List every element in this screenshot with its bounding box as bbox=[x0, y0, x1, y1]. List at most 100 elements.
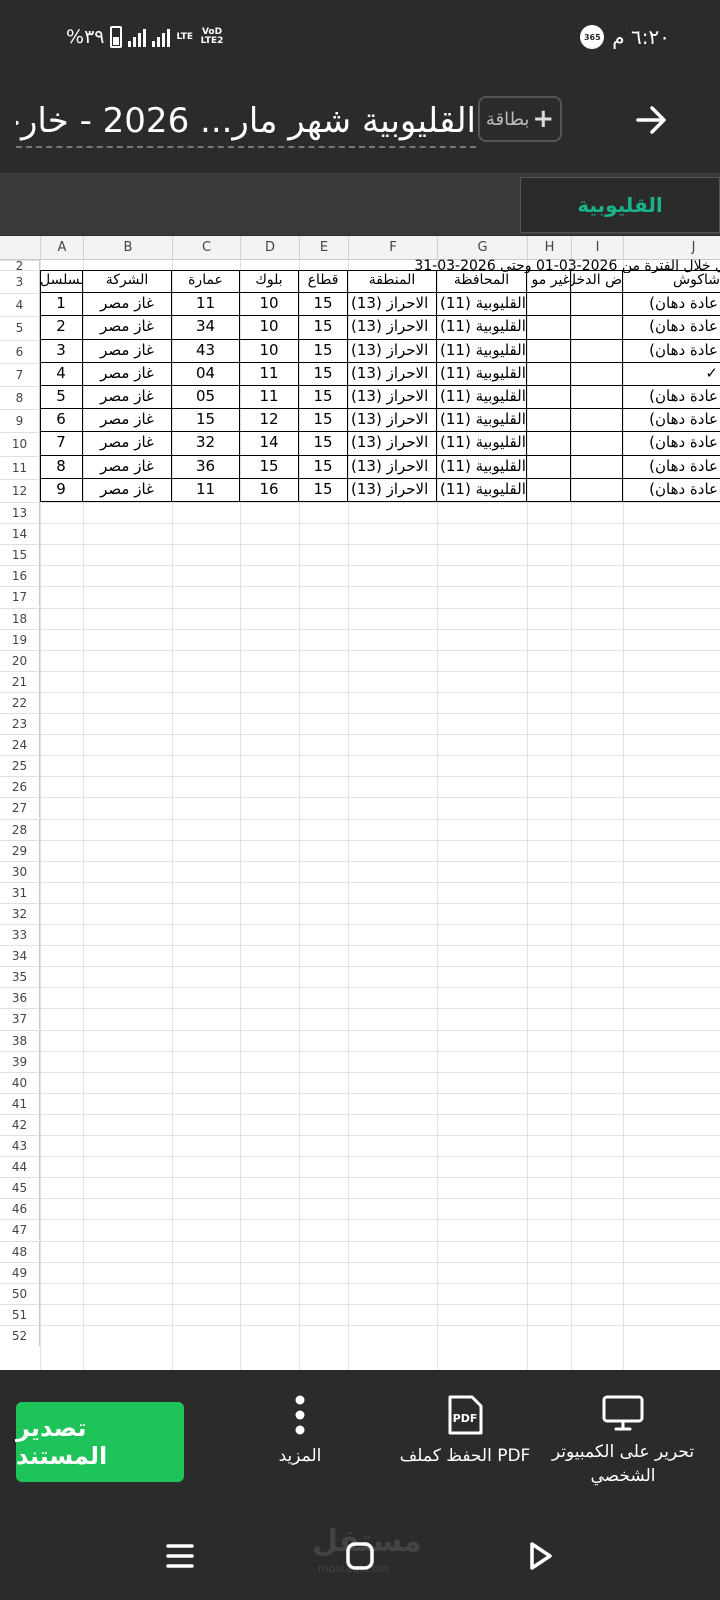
header-cell-b[interactable]: الشركة bbox=[83, 270, 172, 294]
row-header-51[interactable]: 51 bbox=[0, 1303, 40, 1325]
row-header-32[interactable]: 32 bbox=[0, 902, 40, 924]
table-cell-e[interactable]: 15 bbox=[299, 362, 348, 386]
table-cell-a[interactable]: 5 bbox=[40, 386, 83, 410]
table-cell-b[interactable]: غاز مصر bbox=[83, 316, 172, 340]
table-cell-c[interactable]: 32 bbox=[172, 432, 240, 456]
row-header-7[interactable]: 7 bbox=[0, 362, 40, 386]
table-cell-i[interactable] bbox=[571, 478, 623, 502]
more-button[interactable]: المزيد bbox=[262, 1394, 338, 1468]
table-cell-e[interactable]: 15 bbox=[299, 432, 348, 456]
header-cell-f[interactable]: المنطقة bbox=[348, 270, 437, 294]
row-header-36[interactable]: 36 bbox=[0, 987, 40, 1009]
table-cell-d[interactable]: 10 bbox=[240, 293, 299, 317]
add-tag-button[interactable]: + بطاقة bbox=[478, 96, 562, 142]
row-header-19[interactable]: 19 bbox=[0, 628, 40, 650]
table-cell-g[interactable]: القليوبية (11) bbox=[437, 455, 527, 479]
table-cell-g[interactable]: القليوبية (11) bbox=[437, 293, 527, 317]
table-cell-g[interactable]: القليوبية (11) bbox=[437, 362, 527, 386]
table-cell-d[interactable]: 11 bbox=[240, 386, 299, 410]
table-cell-f[interactable]: الاحراز (13) bbox=[348, 432, 437, 456]
table-cell-i[interactable] bbox=[571, 293, 623, 317]
column-header-g[interactable]: G bbox=[437, 236, 527, 260]
table-cell-e[interactable]: 15 bbox=[299, 316, 348, 340]
sheet-tab-qalyubia[interactable]: القليوبية bbox=[520, 177, 720, 233]
table-cell-c[interactable]: 34 bbox=[172, 316, 240, 340]
table-cell-c[interactable]: 11 bbox=[172, 293, 240, 317]
row-header-14[interactable]: 14 bbox=[0, 523, 40, 545]
row-header-15[interactable]: 15 bbox=[0, 544, 40, 566]
table-cell-j[interactable]: عادة دهان) bbox=[623, 386, 720, 410]
header-cell-i[interactable]: ض الدخل bbox=[571, 270, 623, 294]
home-icon[interactable] bbox=[340, 1536, 380, 1576]
row-header-31[interactable]: 31 bbox=[0, 881, 40, 903]
table-cell-a[interactable]: 3 bbox=[40, 339, 83, 363]
table-cell-i[interactable] bbox=[571, 386, 623, 410]
table-cell-j[interactable]: ✓ bbox=[623, 363, 720, 386]
column-header-i[interactable]: I bbox=[571, 236, 623, 260]
back-icon[interactable] bbox=[520, 1536, 560, 1576]
table-cell-a[interactable]: 6 bbox=[40, 409, 83, 433]
row-header-4[interactable]: 4 bbox=[0, 293, 40, 317]
table-cell-f[interactable]: الاحراز (13) bbox=[348, 293, 437, 317]
table-cell-h[interactable] bbox=[527, 339, 571, 363]
table-cell-b[interactable]: غاز مصر bbox=[83, 362, 172, 386]
table-cell-i[interactable] bbox=[571, 409, 623, 433]
table-cell-h[interactable] bbox=[527, 409, 571, 433]
table-cell-e[interactable]: 15 bbox=[299, 339, 348, 363]
row-header-37[interactable]: 37 bbox=[0, 1008, 40, 1030]
table-cell-f[interactable]: الاحراز (13) bbox=[348, 316, 437, 340]
table-cell-d[interactable]: 12 bbox=[240, 409, 299, 433]
table-cell-f[interactable]: الاحراز (13) bbox=[348, 362, 437, 386]
row-header-47[interactable]: 47 bbox=[0, 1219, 40, 1241]
row-header-38[interactable]: 38 bbox=[0, 1029, 40, 1051]
row-header-24[interactable]: 24 bbox=[0, 734, 40, 756]
column-header-e[interactable]: E bbox=[299, 236, 348, 260]
column-header-h[interactable]: H bbox=[527, 236, 571, 260]
table-cell-j[interactable]: عادة دهان) bbox=[623, 340, 720, 363]
row-header-3[interactable]: 3 bbox=[0, 270, 40, 294]
table-cell-j[interactable]: عادة دهان) bbox=[623, 409, 720, 433]
edit-on-pc-button[interactable]: تحرير على الكمبيوتر الشخصي bbox=[548, 1394, 698, 1488]
table-cell-j[interactable]: عادة دهان) bbox=[623, 479, 720, 502]
table-cell-e[interactable]: 15 bbox=[299, 386, 348, 410]
table-cell-d[interactable]: 16 bbox=[240, 478, 299, 502]
row-header-22[interactable]: 22 bbox=[0, 691, 40, 713]
table-cell-g[interactable]: القليوبية (11) bbox=[437, 339, 527, 363]
row-header-42[interactable]: 42 bbox=[0, 1113, 40, 1135]
header-cell-j[interactable]: شاكوش bbox=[623, 270, 720, 294]
table-cell-d[interactable]: 10 bbox=[240, 316, 299, 340]
table-cell-f[interactable]: الاحراز (13) bbox=[348, 386, 437, 410]
table-cell-h[interactable] bbox=[527, 432, 571, 456]
column-header-a[interactable]: A bbox=[40, 236, 83, 260]
table-cell-j[interactable]: عادة دهان) bbox=[623, 293, 720, 317]
table-cell-f[interactable]: الاحراز (13) bbox=[348, 478, 437, 502]
header-cell-d[interactable]: بلوك bbox=[240, 270, 299, 294]
table-cell-j[interactable]: عادة دهان) bbox=[623, 316, 720, 340]
table-cell-h[interactable] bbox=[527, 293, 571, 317]
column-header-b[interactable]: B bbox=[83, 236, 172, 260]
row-header-17[interactable]: 17 bbox=[0, 586, 40, 608]
table-cell-a[interactable]: 7 bbox=[40, 432, 83, 456]
table-cell-i[interactable] bbox=[571, 316, 623, 340]
table-cell-c[interactable]: 04 bbox=[172, 362, 240, 386]
row-header-8[interactable]: 8 bbox=[0, 386, 40, 410]
table-cell-g[interactable]: القليوبية (11) bbox=[437, 386, 527, 410]
table-cell-g[interactable]: القليوبية (11) bbox=[437, 478, 527, 502]
row-header-5[interactable]: 5 bbox=[0, 316, 40, 340]
table-cell-h[interactable] bbox=[527, 478, 571, 502]
row-header-12[interactable]: 12 bbox=[0, 478, 40, 502]
table-cell-b[interactable]: غاز مصر bbox=[83, 478, 172, 502]
row-header-25[interactable]: 25 bbox=[0, 755, 40, 777]
row-header-10[interactable]: 10 bbox=[0, 432, 40, 456]
column-header-f[interactable]: F bbox=[348, 236, 437, 260]
table-cell-b[interactable]: غاز مصر bbox=[83, 339, 172, 363]
row-header-44[interactable]: 44 bbox=[0, 1156, 40, 1178]
table-cell-i[interactable] bbox=[571, 432, 623, 456]
table-cell-h[interactable] bbox=[527, 362, 571, 386]
table-cell-b[interactable]: غاز مصر bbox=[83, 386, 172, 410]
row-header-52[interactable]: 52 bbox=[0, 1324, 40, 1346]
table-cell-f[interactable]: الاحراز (13) bbox=[348, 339, 437, 363]
table-cell-a[interactable]: 1 bbox=[40, 293, 83, 317]
table-cell-d[interactable]: 15 bbox=[240, 455, 299, 479]
row-header-33[interactable]: 33 bbox=[0, 924, 40, 946]
